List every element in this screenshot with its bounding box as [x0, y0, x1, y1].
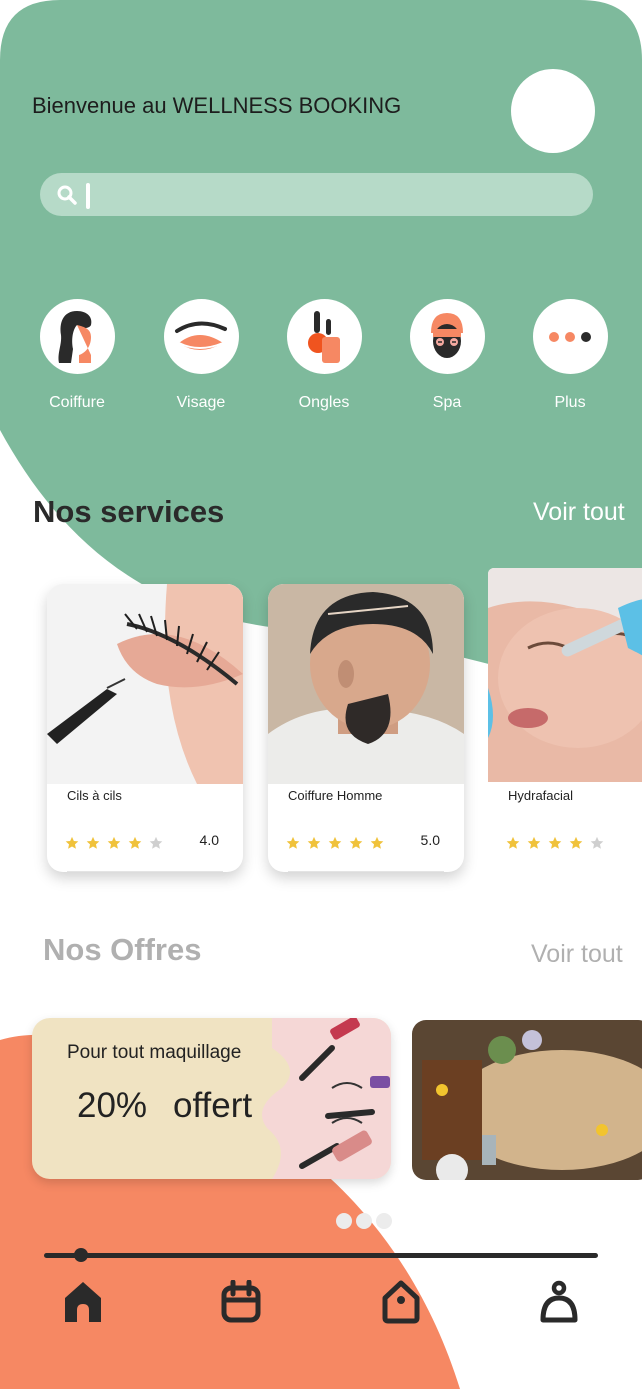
offer-card-makeup[interactable]: Pour tout maquillage 20% offert — [32, 1018, 391, 1179]
category-coiffure[interactable]: Coiffure — [22, 299, 132, 412]
star-icon — [527, 836, 541, 849]
search-icon — [57, 185, 77, 205]
profile-icon[interactable] — [539, 1280, 579, 1324]
welcome-title: Bienvenue au WELLNESS BOOKING — [32, 93, 402, 118]
star-icon — [107, 836, 121, 849]
home-icon[interactable] — [63, 1280, 103, 1324]
tag-icon[interactable] — [381, 1280, 421, 1324]
category-label: Visage — [176, 394, 226, 411]
eye-lash-icon — [163, 299, 239, 374]
star-icon — [128, 836, 142, 849]
rating-stars — [506, 836, 604, 850]
offer-card-spa[interactable] — [412, 1020, 642, 1180]
service-card[interactable]: Hydrafacial — [488, 568, 642, 866]
avatar[interactable] — [511, 69, 595, 153]
services-title: Nos services — [33, 494, 225, 529]
category-label: Plus — [554, 394, 586, 411]
star-icon — [370, 836, 384, 849]
service-name: Cils à cils — [67, 788, 122, 803]
star-icon — [86, 836, 100, 849]
star-icon — [307, 836, 321, 849]
carousel-dot[interactable] — [376, 1213, 392, 1229]
star-icon — [149, 836, 163, 849]
offer-subtitle: Pour tout maquillage — [67, 1042, 242, 1063]
category-visage[interactable]: Visage — [146, 299, 256, 412]
offers-carousel-dots[interactable] — [336, 1213, 392, 1229]
face-mask-icon — [409, 299, 485, 374]
service-card[interactable]: Coiffure Homme 5.0 — [268, 584, 464, 872]
star-icon — [328, 836, 342, 849]
star-icon — [569, 836, 583, 849]
category-label: Ongles — [298, 394, 350, 411]
category-ongles[interactable]: Ongles — [269, 299, 379, 412]
offer-percent: 20% — [77, 1086, 148, 1125]
category-plus[interactable]: Plus — [515, 299, 625, 412]
carousel-dot[interactable] — [336, 1213, 352, 1229]
search-bar[interactable] — [40, 173, 593, 216]
offers-see-all-link[interactable]: Voir tout — [531, 940, 623, 969]
rating-value: 4.0 — [199, 832, 219, 848]
service-photo-lashes — [47, 584, 243, 784]
service-card[interactable]: Cils à cils 4.0 — [47, 584, 243, 872]
search-input-caret — [86, 183, 90, 209]
service-photo-haircut — [268, 584, 464, 784]
star-icon — [590, 836, 604, 849]
category-spa[interactable]: Spa — [392, 299, 502, 412]
rating-stars — [65, 836, 163, 850]
app-screen: Bienvenue au WELLNESS BOOKING Coiffure V… — [0, 0, 642, 1389]
carousel-dot[interactable] — [356, 1213, 372, 1229]
more-dots-icon — [532, 299, 608, 374]
service-name: Hydrafacial — [508, 788, 574, 803]
services-see-all-link[interactable]: Voir tout — [533, 498, 625, 527]
card-divider — [67, 871, 223, 872]
hair-woman-icon — [39, 299, 115, 374]
offer-spa-photo — [412, 1020, 642, 1180]
star-icon — [65, 836, 79, 849]
star-icon — [286, 836, 300, 849]
nail-polish-icon — [286, 299, 362, 374]
rating-value: 5.0 — [420, 832, 440, 848]
service-name: Coiffure Homme — [288, 788, 383, 803]
category-label: Coiffure — [49, 394, 105, 411]
nav-slider-thumb[interactable] — [74, 1248, 88, 1262]
star-icon — [548, 836, 562, 849]
calendar-icon[interactable] — [221, 1279, 261, 1324]
offer-word: offert — [173, 1086, 253, 1125]
card-divider — [288, 871, 444, 872]
service-photo-hydrafacial — [488, 568, 642, 782]
star-icon — [349, 836, 363, 849]
star-icon — [506, 836, 520, 849]
offers-title: Nos Offres — [43, 932, 202, 967]
nav-slider-track[interactable] — [44, 1253, 598, 1258]
category-label: Spa — [432, 394, 462, 411]
rating-stars — [286, 836, 384, 850]
